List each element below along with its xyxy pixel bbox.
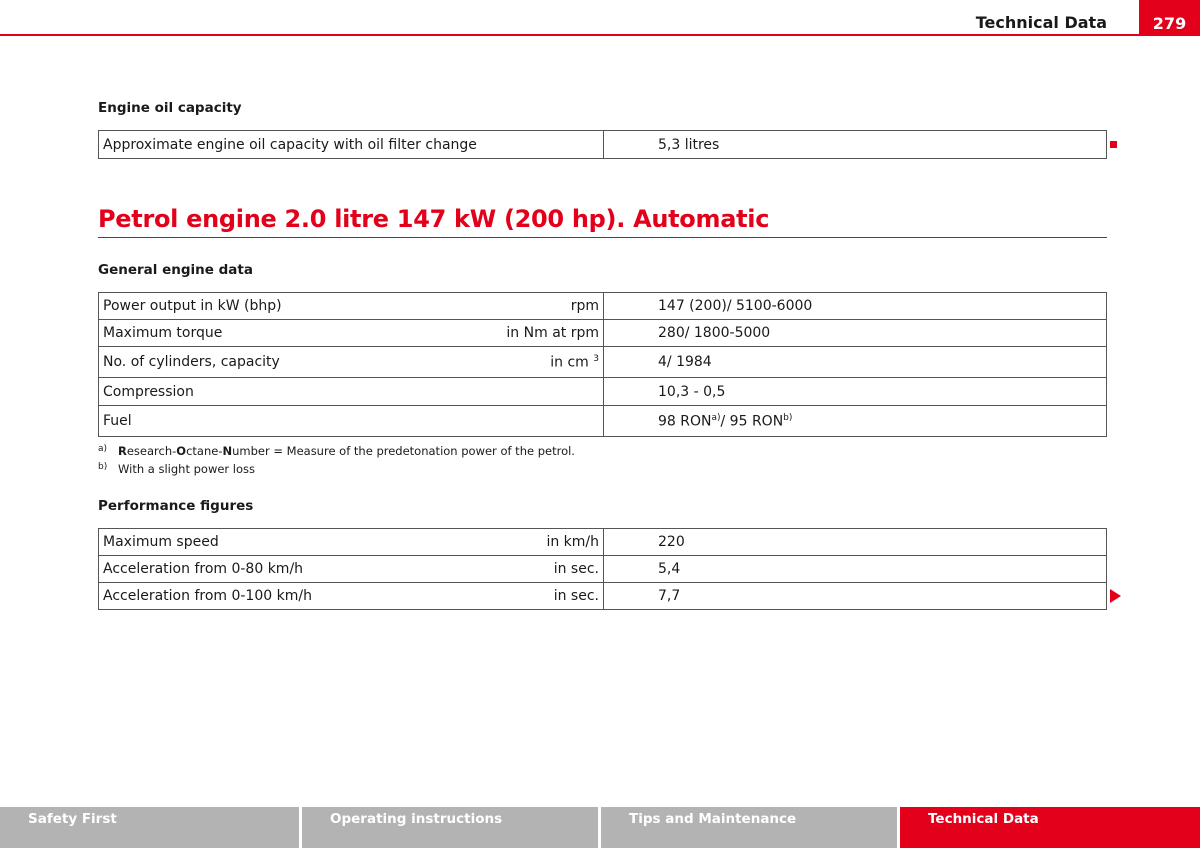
header-rule	[0, 34, 1200, 36]
spec-value: 98 RONa)/ 95 RONb)	[603, 405, 1107, 437]
spec-label: No. of cylinders, capacity	[103, 353, 280, 370]
table-row: Compression 10,3 - 0,5	[98, 377, 1107, 406]
table-row: Power output in kW (bhp) rpm 147 (200)/ …	[98, 292, 1107, 320]
footnote-ref: a)	[711, 412, 721, 423]
footnote-ref: b)	[783, 412, 793, 423]
spec-value: 220	[603, 528, 1107, 556]
tab-technical-data[interactable]: Technical Data	[900, 807, 1200, 848]
footnote-b: b) With a slight power loss	[98, 462, 256, 476]
unit-superscript: 3	[593, 353, 599, 364]
square-end-marker-icon	[1110, 141, 1117, 148]
table-row: Maximum torque in Nm at rpm 280/ 1800-50…	[98, 319, 1107, 347]
oil-capacity-table: Approximate engine oil capacity with oil…	[98, 130, 1107, 159]
spec-label: Acceleration from 0-100 km/h	[103, 588, 312, 604]
general-engine-data-table: Power output in kW (bhp) rpm 147 (200)/ …	[98, 292, 1107, 437]
general-engine-data-heading: General engine data	[98, 262, 253, 278]
footer-chapter-tabs: Safety First Operating instructions Tips…	[0, 807, 1200, 848]
section-title-rule	[98, 237, 1107, 238]
spec-label: Approximate engine oil capacity with oil…	[98, 130, 604, 159]
spec-label: Acceleration from 0-80 km/h	[103, 561, 304, 577]
spec-value: 280/ 1800-5000	[603, 319, 1107, 347]
spec-value: 5,3 litres	[603, 130, 1107, 159]
tab-tips-and-maintenance[interactable]: Tips and Maintenance	[601, 807, 897, 848]
tab-operating-instructions[interactable]: Operating instructions	[302, 807, 598, 848]
footnote-mark: a)	[98, 444, 108, 454]
spec-value: 10,3 - 0,5	[603, 377, 1107, 406]
table-row: Approximate engine oil capacity with oil…	[98, 130, 1107, 159]
spec-value: 4/ 1984	[603, 346, 1107, 378]
spec-label: Fuel	[103, 413, 132, 429]
spec-value: 7,7	[603, 582, 1107, 610]
spec-unit: in km/h	[546, 534, 599, 550]
table-row: No. of cylinders, capacity in cm 3 4/ 19…	[98, 346, 1107, 378]
oil-capacity-heading: Engine oil capacity	[98, 100, 242, 116]
arrow-right-continue-icon	[1110, 589, 1121, 603]
page-number: 279	[1139, 0, 1200, 36]
spec-label: Maximum speed	[103, 534, 219, 550]
spec-label: Compression	[103, 383, 194, 400]
tab-safety-first[interactable]: Safety First	[0, 807, 299, 848]
running-header-title: Technical Data	[975, 13, 1107, 32]
spec-value: 5,4	[603, 555, 1107, 583]
table-row: Fuel 98 RONa)/ 95 RONb)	[98, 405, 1107, 437]
footnote-a: a) Research-Octane-Number = Measure of th…	[98, 444, 575, 458]
spec-label: Power output in kW (bhp)	[103, 298, 282, 314]
spec-unit: in Nm at rpm	[506, 325, 599, 341]
spec-unit: in sec.	[553, 561, 599, 577]
table-row: Acceleration from 0-80 km/h in sec. 5,4	[98, 555, 1107, 583]
spec-label: Maximum torque	[103, 325, 223, 341]
footnote-mark: b)	[98, 462, 108, 472]
performance-figures-table: Maximum speed in km/h 220 Acceleration f…	[98, 528, 1107, 610]
table-row: Maximum speed in km/h 220	[98, 528, 1107, 556]
performance-figures-heading: Performance figures	[98, 498, 254, 514]
spec-value: 147 (200)/ 5100-6000	[603, 292, 1107, 320]
table-row: Acceleration from 0-100 km/h in sec. 7,7	[98, 582, 1107, 610]
spec-unit: in sec.	[553, 588, 599, 604]
section-title: Petrol engine 2.0 litre 147 kW (200 hp).…	[98, 205, 770, 233]
spec-unit: rpm	[570, 298, 599, 314]
spec-unit: in cm 3	[550, 353, 599, 371]
